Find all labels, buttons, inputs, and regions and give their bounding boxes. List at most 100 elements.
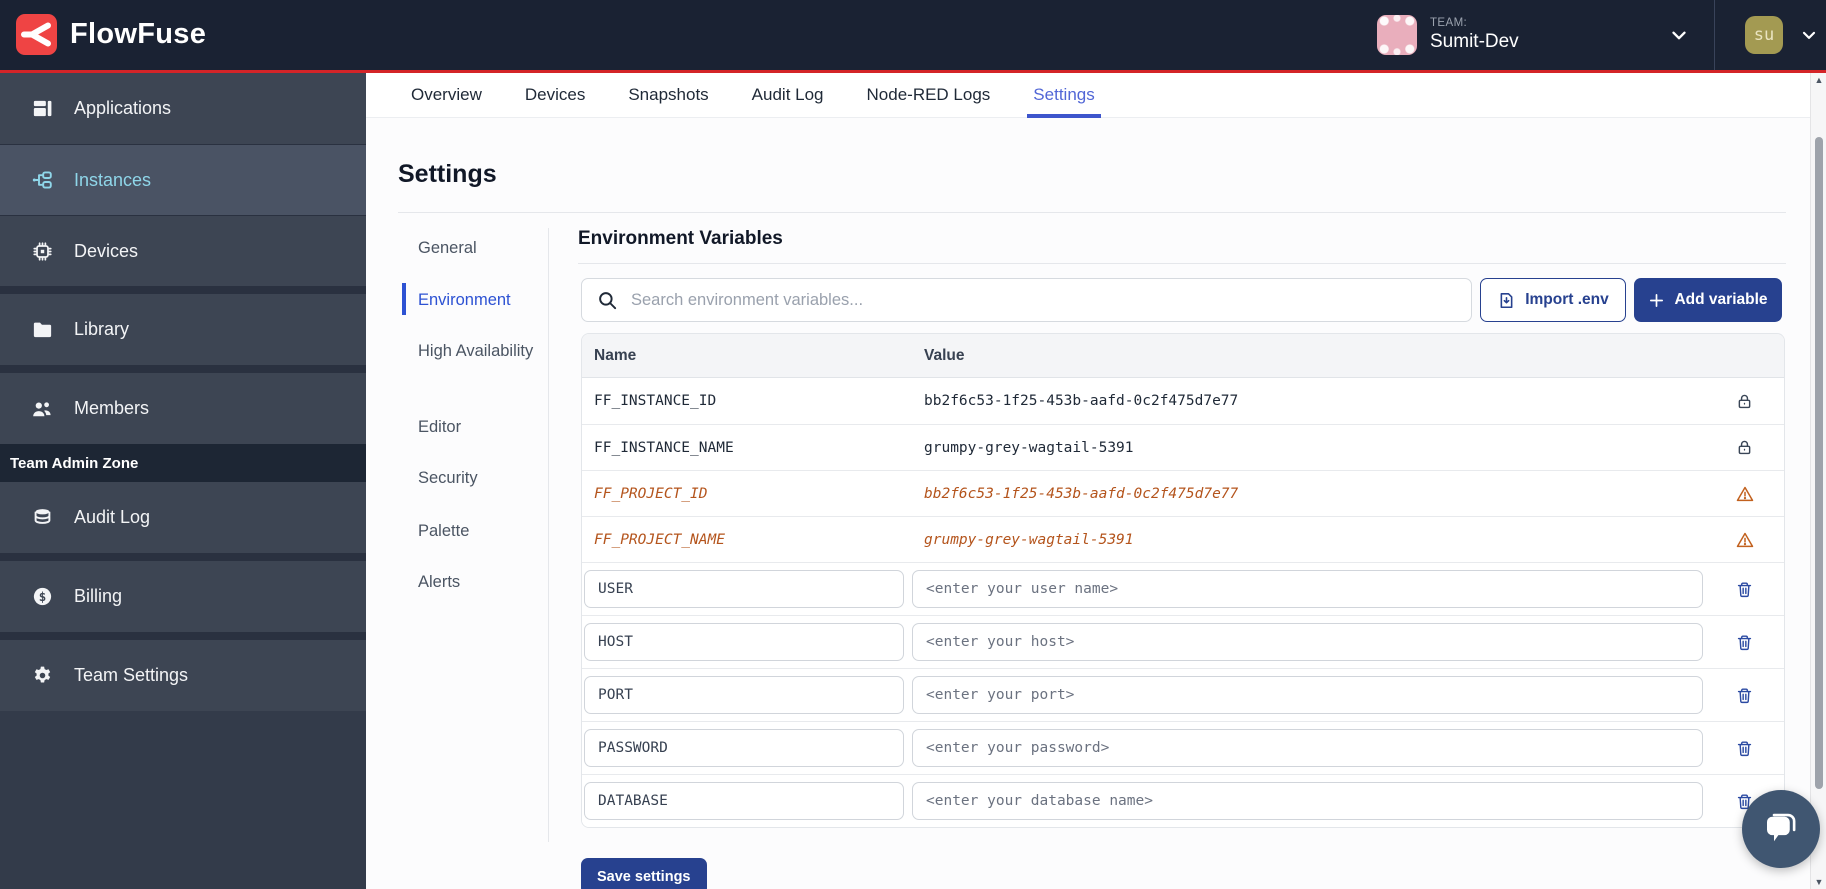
chat-icon — [1760, 808, 1802, 850]
table-row-editable — [582, 668, 1784, 721]
flowfuse-app: FlowFuse TEAM: Sumit-Dev su Applications — [0, 0, 1826, 889]
sidebar-item-members[interactable]: Members — [0, 373, 366, 444]
settings-nav-alerts[interactable]: Alerts — [418, 570, 540, 595]
sidebar-item-label: Billing — [74, 586, 122, 607]
folder-icon — [30, 318, 54, 342]
env-var-name-input[interactable] — [584, 729, 904, 767]
table-header: Name Value — [582, 334, 1784, 378]
team-chevron-down-icon[interactable] — [1668, 24, 1690, 51]
header-divider — [1714, 0, 1715, 70]
sidebar-item-label: Team Settings — [74, 665, 188, 686]
tab-overview[interactable]: Overview — [411, 73, 482, 118]
active-nav-indicator — [402, 283, 406, 315]
sidebar-item-instances[interactable]: Instances — [0, 144, 366, 215]
tab-audit-log[interactable]: Audit Log — [752, 73, 824, 118]
sidebar-nav: Applications Instances Devices Library — [0, 73, 366, 889]
team-label: TEAM: — [1430, 17, 1519, 30]
table-row: FF_PROJECT_NAME grumpy-grey-wagtail-5391 — [582, 516, 1784, 562]
env-var-name-input[interactable] — [584, 570, 904, 608]
sidebar-item-library[interactable]: Library — [0, 294, 366, 365]
settings-nav-environment[interactable]: Environment — [418, 288, 540, 313]
env-var-name-input[interactable] — [584, 676, 904, 714]
env-var-value-input[interactable] — [912, 623, 1703, 661]
sidebar-item-label: Audit Log — [74, 507, 150, 528]
env-var-value-input[interactable] — [912, 570, 1703, 608]
sidebar-item-billing[interactable]: $ Billing — [0, 561, 366, 632]
table-row: FF_INSTANCE_NAME grumpy-grey-wagtail-539… — [582, 424, 1784, 470]
env-var-name: FF_INSTANCE_NAME — [582, 440, 912, 456]
top-header: FlowFuse TEAM: Sumit-Dev su — [0, 0, 1826, 70]
search-input[interactable] — [631, 291, 1471, 310]
warning-icon — [1705, 530, 1784, 550]
delete-variable-button[interactable] — [1705, 580, 1784, 599]
import-file-icon — [1497, 291, 1516, 310]
sidebar-item-devices[interactable]: Devices — [0, 215, 366, 286]
import-env-button[interactable]: Import .env — [1480, 278, 1626, 322]
env-var-name-input[interactable] — [584, 623, 904, 661]
import-env-label: Import .env — [1525, 291, 1609, 309]
vertical-scrollbar[interactable]: ▲ ▼ — [1810, 73, 1826, 889]
user-menu[interactable]: su — [1745, 16, 1819, 54]
tab-devices[interactable]: Devices — [525, 73, 585, 118]
members-icon — [30, 397, 54, 421]
env-var-value: grumpy-grey-wagtail-5391 — [912, 532, 1705, 548]
settings-nav-general[interactable]: General — [418, 236, 540, 261]
env-var-value-input[interactable] — [912, 729, 1703, 767]
sidebar-item-label: Members — [74, 398, 149, 419]
sidebar-item-applications[interactable]: Applications — [0, 73, 366, 144]
trash-icon — [1735, 686, 1754, 705]
table-row: FF_INSTANCE_ID bb2f6c53-1f25-453b-aafd-0… — [582, 378, 1784, 424]
table-row: FF_PROJECT_ID bb2f6c53-1f25-453b-aafd-0c… — [582, 470, 1784, 516]
settings-nav-divider — [548, 228, 549, 842]
user-avatar: su — [1745, 16, 1783, 54]
env-var-name-input[interactable] — [584, 782, 904, 820]
chat-widget-button[interactable] — [1742, 790, 1820, 868]
add-variable-label: Add variable — [1674, 291, 1767, 309]
sidebar-group-divider — [0, 632, 366, 640]
column-header-value: Value — [912, 347, 1705, 365]
delete-variable-button[interactable] — [1705, 739, 1784, 758]
settings-nav-security[interactable]: Security — [418, 466, 540, 491]
applications-icon — [30, 97, 54, 121]
table-row-editable — [582, 774, 1784, 827]
svg-text:$: $ — [38, 589, 46, 604]
tab-settings[interactable]: Settings — [1033, 73, 1094, 118]
section-divider — [578, 263, 1786, 264]
warning-icon — [1705, 484, 1784, 504]
gear-icon — [30, 664, 54, 688]
add-variable-button[interactable]: Add variable — [1634, 278, 1782, 322]
lock-icon — [1705, 392, 1784, 411]
env-var-value-input[interactable] — [912, 676, 1703, 714]
sidebar-item-team-settings[interactable]: Team Settings — [0, 640, 366, 711]
settings-nav-high-availability[interactable]: High Availability — [418, 339, 540, 364]
delete-variable-button[interactable] — [1705, 633, 1784, 652]
env-var-value: grumpy-grey-wagtail-5391 — [912, 440, 1705, 456]
devices-icon — [30, 239, 54, 263]
env-var-name: FF_INSTANCE_ID — [582, 393, 912, 409]
trash-icon — [1735, 739, 1754, 758]
env-var-value-input[interactable] — [912, 782, 1703, 820]
tab-snapshots[interactable]: Snapshots — [628, 73, 708, 118]
lock-icon — [1705, 438, 1784, 457]
sidebar-item-audit-log[interactable]: Audit Log — [0, 482, 366, 553]
settings-page: Settings General Environment High Availa… — [366, 118, 1810, 889]
scrollbar-thumb[interactable] — [1815, 137, 1823, 789]
scrollbar-down-arrow[interactable]: ▼ — [1811, 875, 1826, 889]
sidebar-item-label: Devices — [74, 241, 138, 262]
tab-node-red-logs[interactable]: Node-RED Logs — [867, 73, 991, 118]
billing-icon: $ — [30, 585, 54, 609]
save-settings-button[interactable]: Save settings — [581, 858, 707, 889]
flowfuse-logo[interactable]: FlowFuse — [16, 14, 206, 55]
sidebar-item-label: Applications — [74, 98, 171, 119]
scrollbar-up-arrow[interactable]: ▲ — [1811, 73, 1826, 87]
delete-variable-button[interactable] — [1705, 686, 1784, 705]
settings-nav-editor[interactable]: Editor — [418, 415, 540, 440]
trash-icon — [1735, 633, 1754, 652]
header-accent-line — [0, 70, 1826, 73]
sidebar-group-divider — [0, 286, 366, 294]
settings-nav-palette[interactable]: Palette — [418, 519, 540, 544]
team-selector[interactable]: TEAM: Sumit-Dev — [1377, 0, 1519, 70]
instances-icon — [30, 168, 54, 192]
user-chevron-down-icon — [1799, 25, 1819, 45]
env-var-name: FF_PROJECT_NAME — [582, 532, 912, 548]
